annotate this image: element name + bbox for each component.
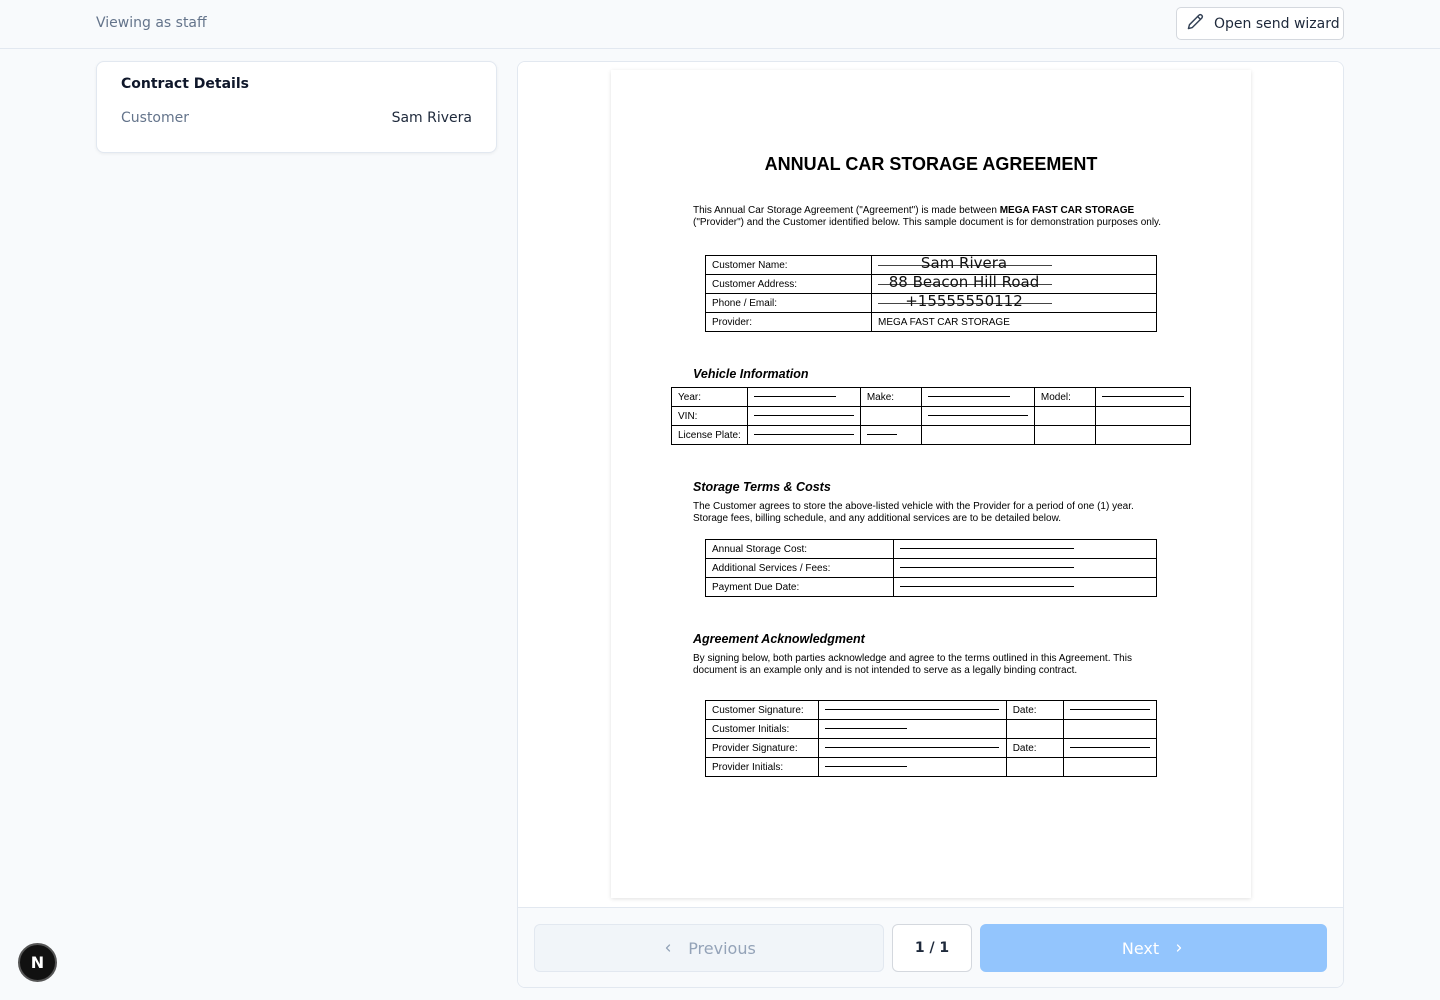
table-row: Phone / Email: +15555550112 xyxy=(705,292,1157,313)
contract-details-card: Contract Details Customer Sam Rivera xyxy=(96,61,497,153)
vehicle-info-table: Year: Make: Model: VIN: License Plate: xyxy=(671,387,1191,445)
table-row: Payment Due Date: xyxy=(705,577,1157,597)
table-row: Provider Signature: Date: xyxy=(705,738,1157,758)
license-plate-field[interactable] xyxy=(746,425,861,445)
document-scroll-area[interactable]: ANNUAL CAR STORAGE AGREEMENT This Annual… xyxy=(518,62,1343,907)
payment-due-field[interactable] xyxy=(893,577,1157,597)
vin-field[interactable] xyxy=(746,406,861,426)
customer-value: Sam Rivera xyxy=(391,110,472,126)
pencil-icon xyxy=(1187,13,1204,34)
storage-heading: Storage Terms & Costs xyxy=(693,480,831,494)
customer-address-cell[interactable]: 88 Beacon Hill Road xyxy=(871,273,1157,294)
phone-email-label: Phone / Email: xyxy=(705,293,872,313)
document-title: ANNUAL CAR STORAGE AGREEMENT xyxy=(764,154,1098,174)
table-row: Customer Initials: xyxy=(705,719,1157,739)
payment-due-label: Payment Due Date: xyxy=(705,577,894,597)
make-label: Make: xyxy=(859,387,922,407)
customer-name-cell[interactable]: Sam Rivera xyxy=(871,254,1157,275)
chevron-right-icon xyxy=(1173,939,1185,958)
intro-text-1: This Annual Car Storage Agreement ("Agre… xyxy=(693,205,1000,216)
storage-paragraph: The Customer agrees to store the above-l… xyxy=(693,501,1134,524)
customer-label: Customer xyxy=(121,110,190,126)
costs-table: Annual Storage Cost: Additional Services… xyxy=(705,539,1157,597)
next-button[interactable]: Next xyxy=(980,924,1327,972)
previous-button[interactable]: Previous xyxy=(534,924,884,972)
vin-label: VIN: xyxy=(671,406,748,426)
customer-date-field[interactable] xyxy=(1063,700,1157,720)
viewing-as-label: Viewing as staff xyxy=(96,15,207,31)
customer-signature-label: Customer Signature: xyxy=(705,700,819,720)
table-row: License Plate: xyxy=(671,425,1191,445)
table-row: Customer Name: Sam Rivera xyxy=(705,254,1157,275)
customer-initials-field[interactable] xyxy=(817,719,1007,739)
open-send-wizard-label: Open send wizard xyxy=(1214,15,1340,32)
table-row: VIN: xyxy=(671,406,1191,426)
acknowledgment-heading: Agreement Acknowledgment xyxy=(693,632,865,646)
customer-address-label: Customer Address: xyxy=(705,274,872,294)
annual-cost-field[interactable] xyxy=(893,539,1157,559)
table-row: Annual Storage Cost: xyxy=(705,539,1157,559)
table-row: Provider: MEGA FAST CAR STORAGE xyxy=(705,312,1157,332)
customer-info-table: Customer Name: Sam Rivera Customer Addre… xyxy=(705,254,1157,332)
make-field[interactable] xyxy=(920,387,1035,407)
dev-tools-badge[interactable]: N xyxy=(18,943,57,982)
table-row: Provider Initials: xyxy=(705,757,1157,777)
provider-date-field[interactable] xyxy=(1063,738,1157,758)
model-field[interactable] xyxy=(1095,387,1191,407)
open-send-wizard-button[interactable]: Open send wizard xyxy=(1176,7,1344,40)
table-row: Customer Signature: Date: xyxy=(705,700,1157,720)
provider-label: Provider: xyxy=(705,312,872,332)
provider-signature-field[interactable] xyxy=(817,738,1007,758)
signature-table: Customer Signature: Date: Customer Initi… xyxy=(705,700,1157,777)
previous-label: Previous xyxy=(688,938,756,958)
year-label: Year: xyxy=(671,387,748,407)
intro-provider-name: MEGA FAST CAR STORAGE xyxy=(999,205,1135,216)
customer-signature-field[interactable] xyxy=(817,700,1007,720)
annual-cost-label: Annual Storage Cost: xyxy=(705,539,894,559)
provider-signature-label: Provider Signature: xyxy=(705,738,819,758)
customer-address-value: 88 Beacon Hill Road xyxy=(888,273,1040,291)
model-label: Model: xyxy=(1033,387,1097,407)
table-row: Customer Address: 88 Beacon Hill Road xyxy=(705,273,1157,294)
pager-bar: Previous 1 / 1 Next xyxy=(518,907,1343,987)
additional-fees-label: Additional Services / Fees: xyxy=(705,558,894,578)
vehicle-heading: Vehicle Information xyxy=(693,367,809,381)
provider-date-label: Date: xyxy=(1005,738,1065,758)
chevron-left-icon xyxy=(662,939,674,958)
provider-initials-field[interactable] xyxy=(817,757,1007,777)
phone-email-value: +15555550112 xyxy=(905,292,1023,310)
provider-initials-label: Provider Initials: xyxy=(705,757,819,777)
phone-email-cell[interactable]: +15555550112 xyxy=(871,292,1157,313)
table-row: Additional Services / Fees: xyxy=(705,558,1157,578)
next-label: Next xyxy=(1121,938,1160,958)
page-indicator: 1 / 1 xyxy=(892,924,972,972)
top-bar: Viewing as staff Open send wizard xyxy=(0,0,1440,49)
provider-value: MEGA FAST CAR STORAGE xyxy=(871,312,1157,332)
contract-details-title: Contract Details xyxy=(121,76,249,92)
acknowledgment-paragraph: By signing below, both parties acknowled… xyxy=(693,653,1132,676)
year-field[interactable] xyxy=(746,387,861,407)
customer-name-value: Sam Rivera xyxy=(920,254,1008,272)
intro-text-2: ("Provider") and the Customer identified… xyxy=(693,217,1162,228)
customer-date-label: Date: xyxy=(1005,700,1065,720)
additional-fees-field[interactable] xyxy=(893,558,1157,578)
intro-paragraph: This Annual Car Storage Agreement ("Agre… xyxy=(693,205,1163,229)
document-viewer: ANNUAL CAR STORAGE AGREEMENT This Annual… xyxy=(517,61,1344,988)
table-row: Year: Make: Model: xyxy=(671,387,1191,407)
customer-initials-label: Customer Initials: xyxy=(705,719,819,739)
customer-name-label: Customer Name: xyxy=(705,255,872,275)
license-plate-label: License Plate: xyxy=(671,425,748,445)
document-page: ANNUAL CAR STORAGE AGREEMENT This Annual… xyxy=(611,70,1251,898)
